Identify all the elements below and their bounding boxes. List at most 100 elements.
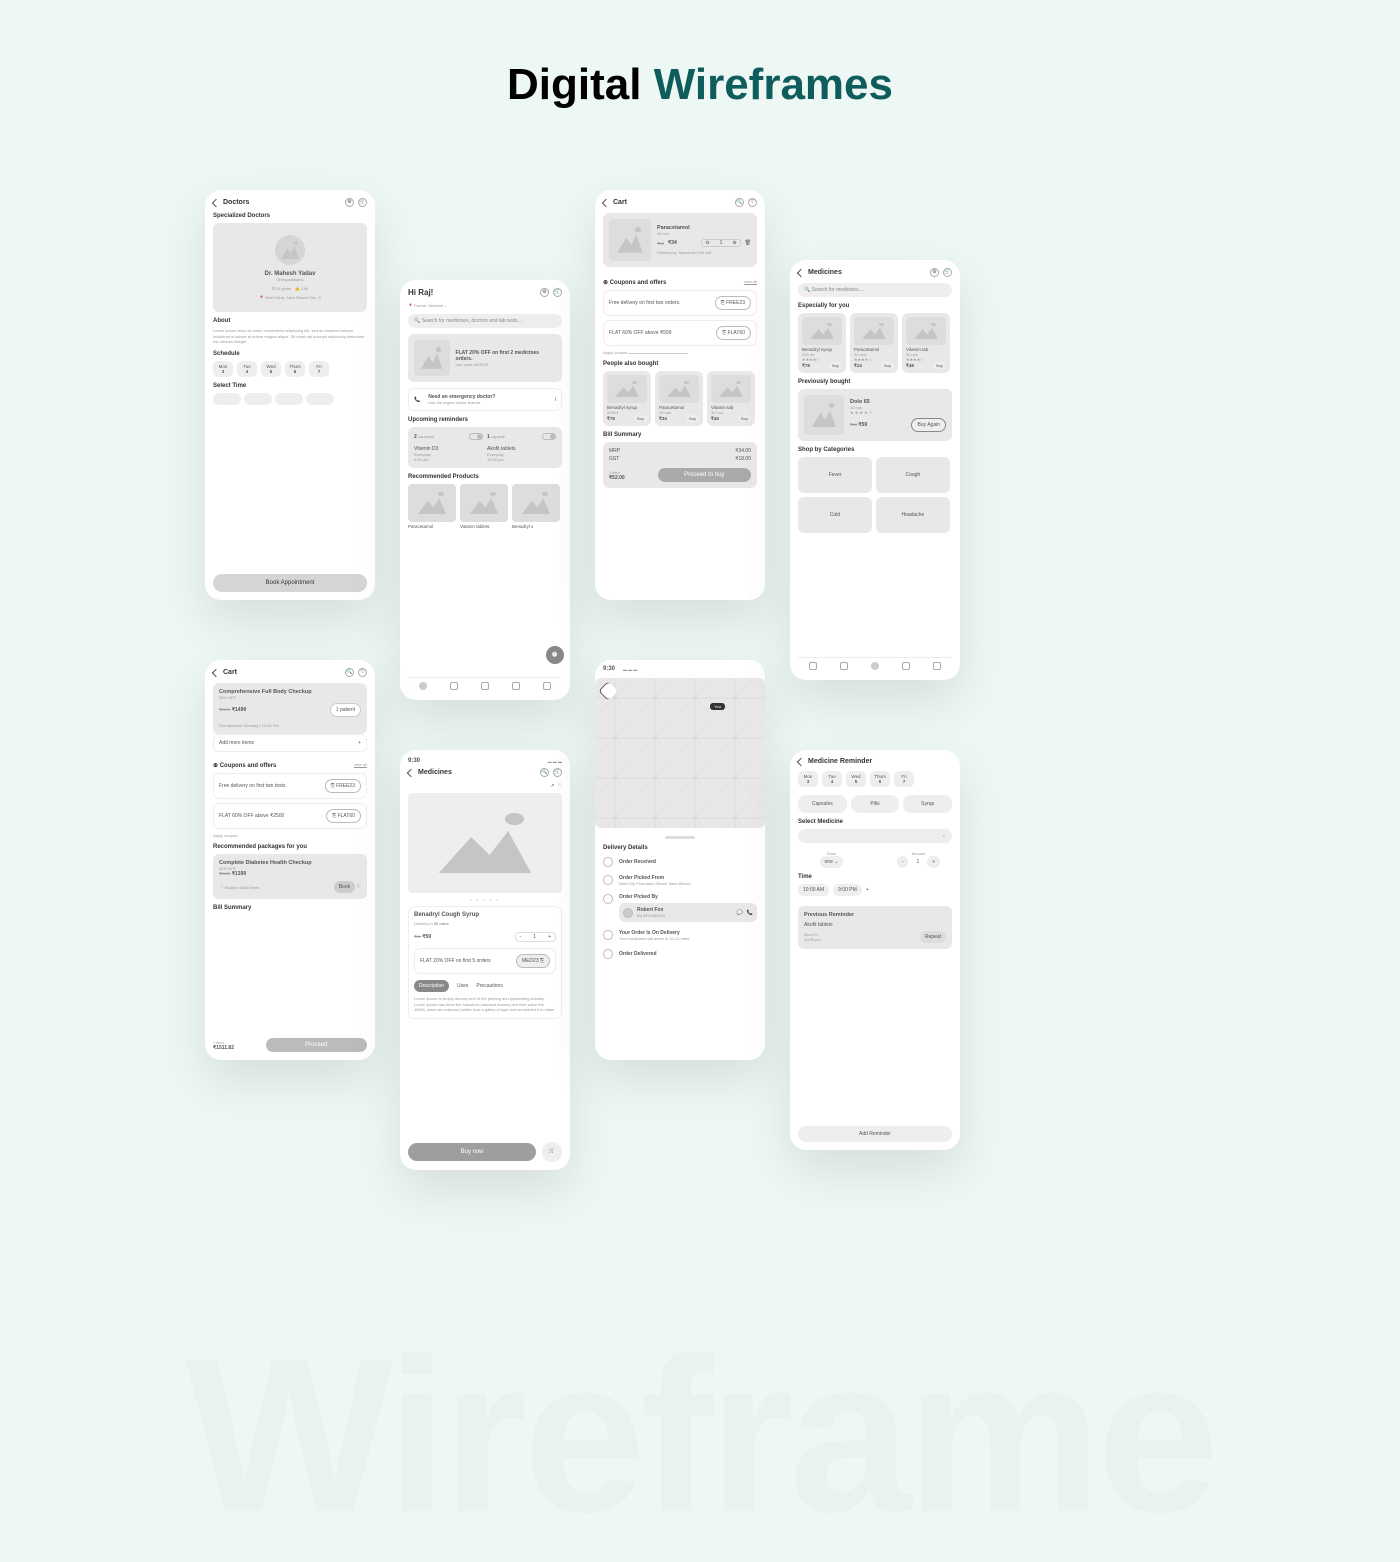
patient-select[interactable]: 1 patient bbox=[330, 703, 361, 717]
item-image bbox=[609, 219, 651, 261]
map[interactable]: You bbox=[595, 678, 765, 828]
day-chip[interactable]: Wed5 bbox=[846, 771, 866, 787]
search-input[interactable]: 🔍 Search for medicines..... bbox=[798, 283, 952, 297]
back-icon[interactable] bbox=[797, 268, 805, 276]
time-chip[interactable]: 10:00 AM bbox=[798, 884, 829, 896]
cart-icon[interactable]: 🛒 bbox=[553, 768, 562, 777]
book-button[interactable]: Book Appointment bbox=[213, 574, 367, 592]
bottom-nav[interactable] bbox=[408, 677, 562, 694]
settings-icon[interactable]: ⚙ bbox=[930, 268, 939, 277]
chat-icon[interactable]: 💬 bbox=[737, 910, 743, 916]
emergency-card[interactable]: 📞 Need an emergency doctor?Use the urgen… bbox=[408, 388, 562, 411]
fab-clock-icon[interactable]: 🕐 bbox=[546, 646, 564, 664]
day-chip[interactable]: Thurs6 bbox=[870, 771, 890, 787]
day-chip[interactable]: Tue4 bbox=[237, 361, 257, 377]
search-icon[interactable]: 🔍 bbox=[540, 768, 549, 777]
qty-minus[interactable]: ⊖ bbox=[702, 240, 712, 246]
tab[interactable]: Uses bbox=[457, 983, 468, 989]
proceed-button[interactable]: Proceed bbox=[266, 1038, 367, 1052]
back-icon[interactable] bbox=[212, 198, 220, 206]
product-card[interactable]: Paracetamol20 nos★★★★☆₹24Buy bbox=[850, 313, 898, 373]
back-icon[interactable] bbox=[602, 198, 610, 206]
promo-code[interactable]: MED23 ⎘ bbox=[516, 954, 550, 968]
day-chip[interactable]: Tue4 bbox=[822, 771, 842, 787]
search-icon[interactable]: 🔍 bbox=[735, 198, 744, 207]
coupon-code[interactable]: ⎘ FLAT60 bbox=[716, 326, 751, 340]
amt-minus[interactable]: - bbox=[897, 856, 909, 868]
day-chip[interactable]: Mon3 bbox=[798, 771, 818, 787]
add-reminder-button[interactable]: Add Reminder bbox=[798, 1126, 952, 1142]
toggle[interactable] bbox=[469, 433, 483, 440]
day-chip[interactable]: Wed5 bbox=[261, 361, 281, 377]
clinic: Neel Clinic, New Panvel Sec- 5 bbox=[265, 295, 320, 300]
time-chip[interactable]: 9:00 PM bbox=[833, 884, 862, 896]
category-card[interactable]: Fever bbox=[798, 457, 872, 493]
product-card[interactable]: Vitamin tablets bbox=[460, 484, 508, 529]
apply-coupon[interactable]: Apply coupon bbox=[603, 350, 757, 355]
category-card[interactable]: Cough bbox=[876, 457, 950, 493]
day-chips[interactable]: Mon3Tue4Wed5Thurs6Fri7 bbox=[213, 361, 367, 377]
heart-icon[interactable]: ♡ bbox=[558, 783, 562, 789]
coupon-code[interactable]: ⎘ FREE23 bbox=[715, 296, 751, 310]
location[interactable]: Panvel, Mumbai bbox=[414, 303, 443, 308]
day-chip[interactable]: Thurs6 bbox=[285, 361, 305, 377]
back-icon[interactable] bbox=[797, 757, 805, 765]
heart-icon[interactable]: ♡ bbox=[748, 198, 757, 207]
qty-minus[interactable]: - bbox=[516, 933, 526, 941]
coupon-code[interactable]: ⎘ FREE23 bbox=[325, 779, 361, 793]
proceed-button[interactable]: Proceed to buy bbox=[658, 468, 751, 482]
share-icon[interactable]: ↗ bbox=[550, 783, 554, 789]
info-icon[interactable]: i bbox=[555, 397, 556, 403]
slot: Slot selected: Monday | 12:00 PM bbox=[219, 723, 361, 728]
view-all[interactable]: view all bbox=[354, 762, 367, 767]
call-icon[interactable]: 📞 bbox=[747, 910, 753, 916]
delete-icon[interactable]: 🗑 bbox=[745, 240, 751, 246]
back-icon[interactable] bbox=[598, 681, 618, 701]
apply-coupon[interactable]: Apply coupon bbox=[213, 833, 367, 838]
product-card[interactable]: Benadryl syrup200ml₹78Buy bbox=[603, 371, 651, 426]
heart-icon[interactable]: ♡ bbox=[358, 668, 367, 677]
type-chip[interactable]: Syrup bbox=[903, 795, 952, 813]
buy-button[interactable]: Buy now bbox=[408, 1143, 536, 1161]
add-time-icon[interactable]: + bbox=[866, 887, 869, 893]
toggle[interactable] bbox=[542, 433, 556, 440]
amt-plus[interactable]: + bbox=[927, 856, 940, 868]
settings-icon[interactable]: ⚙ bbox=[345, 198, 354, 207]
qty-plus[interactable]: ⊕ bbox=[729, 240, 739, 246]
day-chip[interactable]: Fri7 bbox=[894, 771, 914, 787]
cart-icon[interactable]: 🛒 bbox=[943, 268, 952, 277]
coupon-code[interactable]: ⎘ FLAT60 bbox=[326, 809, 361, 823]
category-card[interactable]: Headache bbox=[876, 497, 950, 533]
plus-icon[interactable]: + bbox=[358, 740, 361, 746]
tab[interactable]: Description bbox=[414, 980, 449, 992]
type-chip[interactable]: Capsules bbox=[798, 795, 847, 813]
repeat-button[interactable]: Repeat bbox=[920, 931, 946, 943]
cart-icon[interactable]: 🛒 bbox=[553, 288, 562, 297]
product-card[interactable]: Paracetamol bbox=[408, 484, 456, 529]
tab[interactable]: Precautions bbox=[476, 983, 502, 989]
back-icon[interactable] bbox=[407, 768, 415, 776]
bottom-nav[interactable] bbox=[798, 657, 952, 674]
medicine-select[interactable]: ⌄ bbox=[798, 829, 952, 843]
add-items[interactable]: Add more items+ bbox=[213, 734, 367, 752]
product-card[interactable]: Benadryl syrup200 ml★★★★☆₹78Buy bbox=[798, 313, 846, 373]
category-card[interactable]: Cold bbox=[798, 497, 872, 533]
settings-icon[interactable]: ⚙ bbox=[540, 288, 549, 297]
product-card[interactable]: Vitamin tab30 nos₹45Buy bbox=[707, 371, 755, 426]
search-input[interactable]: 🔍 Search for medicines, doctors and lab … bbox=[408, 314, 562, 328]
product-card[interactable]: Benadryl s bbox=[512, 484, 560, 529]
qty-plus[interactable]: + bbox=[544, 933, 555, 941]
dose-select[interactable]: one ⌄ bbox=[820, 856, 844, 868]
product-card[interactable]: Vitamin tab30 nos★★★★☆₹48Buy bbox=[902, 313, 950, 373]
cart-icon[interactable]: 🛒 bbox=[358, 198, 367, 207]
product-card[interactable]: Paracetamol10 nos₹34Buy bbox=[655, 371, 703, 426]
book-button[interactable]: Book bbox=[334, 881, 355, 893]
day-chip[interactable]: Mon3 bbox=[213, 361, 233, 377]
view-all[interactable]: view all bbox=[744, 279, 757, 284]
cart-fab-icon[interactable]: 🛒 bbox=[542, 1142, 562, 1162]
search-icon[interactable]: 🔍 bbox=[345, 668, 354, 677]
back-icon[interactable] bbox=[212, 668, 220, 676]
day-chip[interactable]: Fri7 bbox=[309, 361, 329, 377]
buy-again-button[interactable]: Buy Again bbox=[911, 418, 946, 432]
type-chip[interactable]: Pills bbox=[851, 795, 900, 813]
